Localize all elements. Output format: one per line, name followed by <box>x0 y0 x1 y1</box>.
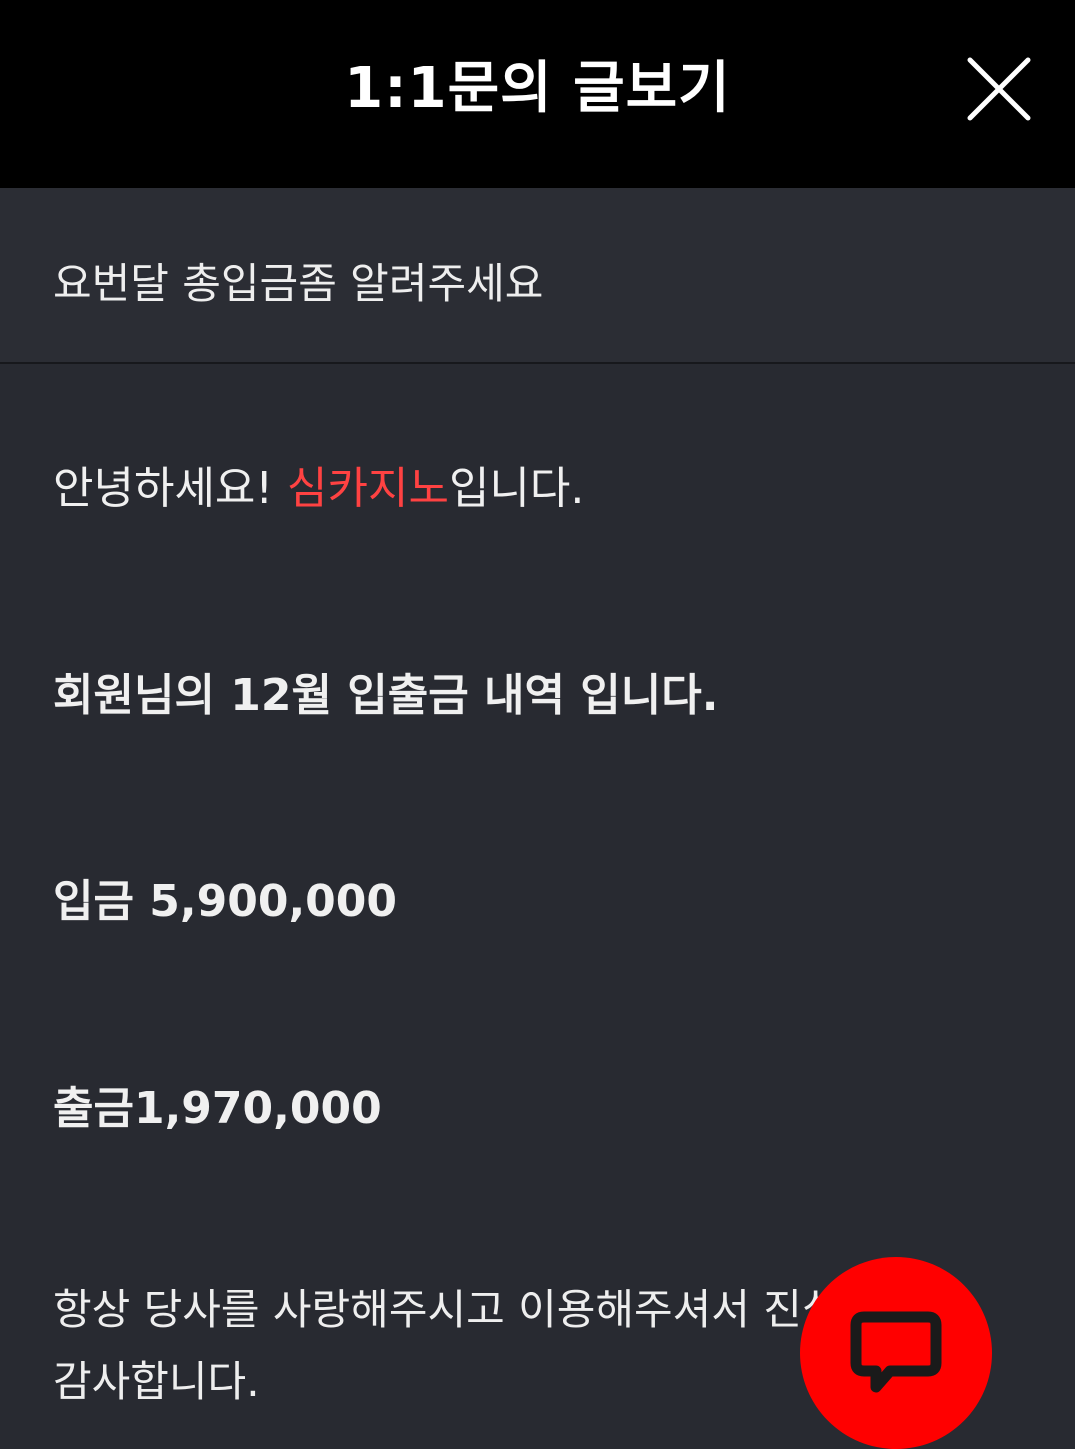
top-bar: 1:1문의 글보기 <box>0 0 1075 188</box>
greeting-prefix: 안녕하세요! <box>53 463 288 514</box>
greeting-line: 안녕하세요! 심카지노입니다. <box>53 452 584 516</box>
deposit-amount: 5,900,000 <box>149 876 398 927</box>
close-button[interactable] <box>960 52 1038 130</box>
deposit-line: 입금 5,900,000 <box>53 865 397 929</box>
withdraw-amount: 1,970,000 <box>133 1083 382 1134</box>
withdraw-label: 출금 <box>53 1083 134 1134</box>
withdraw-line: 출금1,970,000 <box>53 1072 382 1136</box>
inquiry-subject: 요번달 총입금좀 알려주세요 <box>53 259 544 308</box>
greeting-suffix: 입니다. <box>448 463 585 514</box>
brand-name: 심카지노 <box>287 463 449 514</box>
chat-bubble-icon <box>850 1311 942 1393</box>
deposit-label: 입금 <box>53 876 150 927</box>
close-icon <box>967 57 1031 121</box>
history-title: 회원님의 12월 입출금 내역 입니다. <box>53 670 719 721</box>
chat-button[interactable] <box>800 1257 992 1449</box>
inquiry-subject-bar: 요번달 총입금좀 알려주세요 <box>0 188 1075 364</box>
page-title: 1:1문의 글보기 <box>344 56 731 121</box>
